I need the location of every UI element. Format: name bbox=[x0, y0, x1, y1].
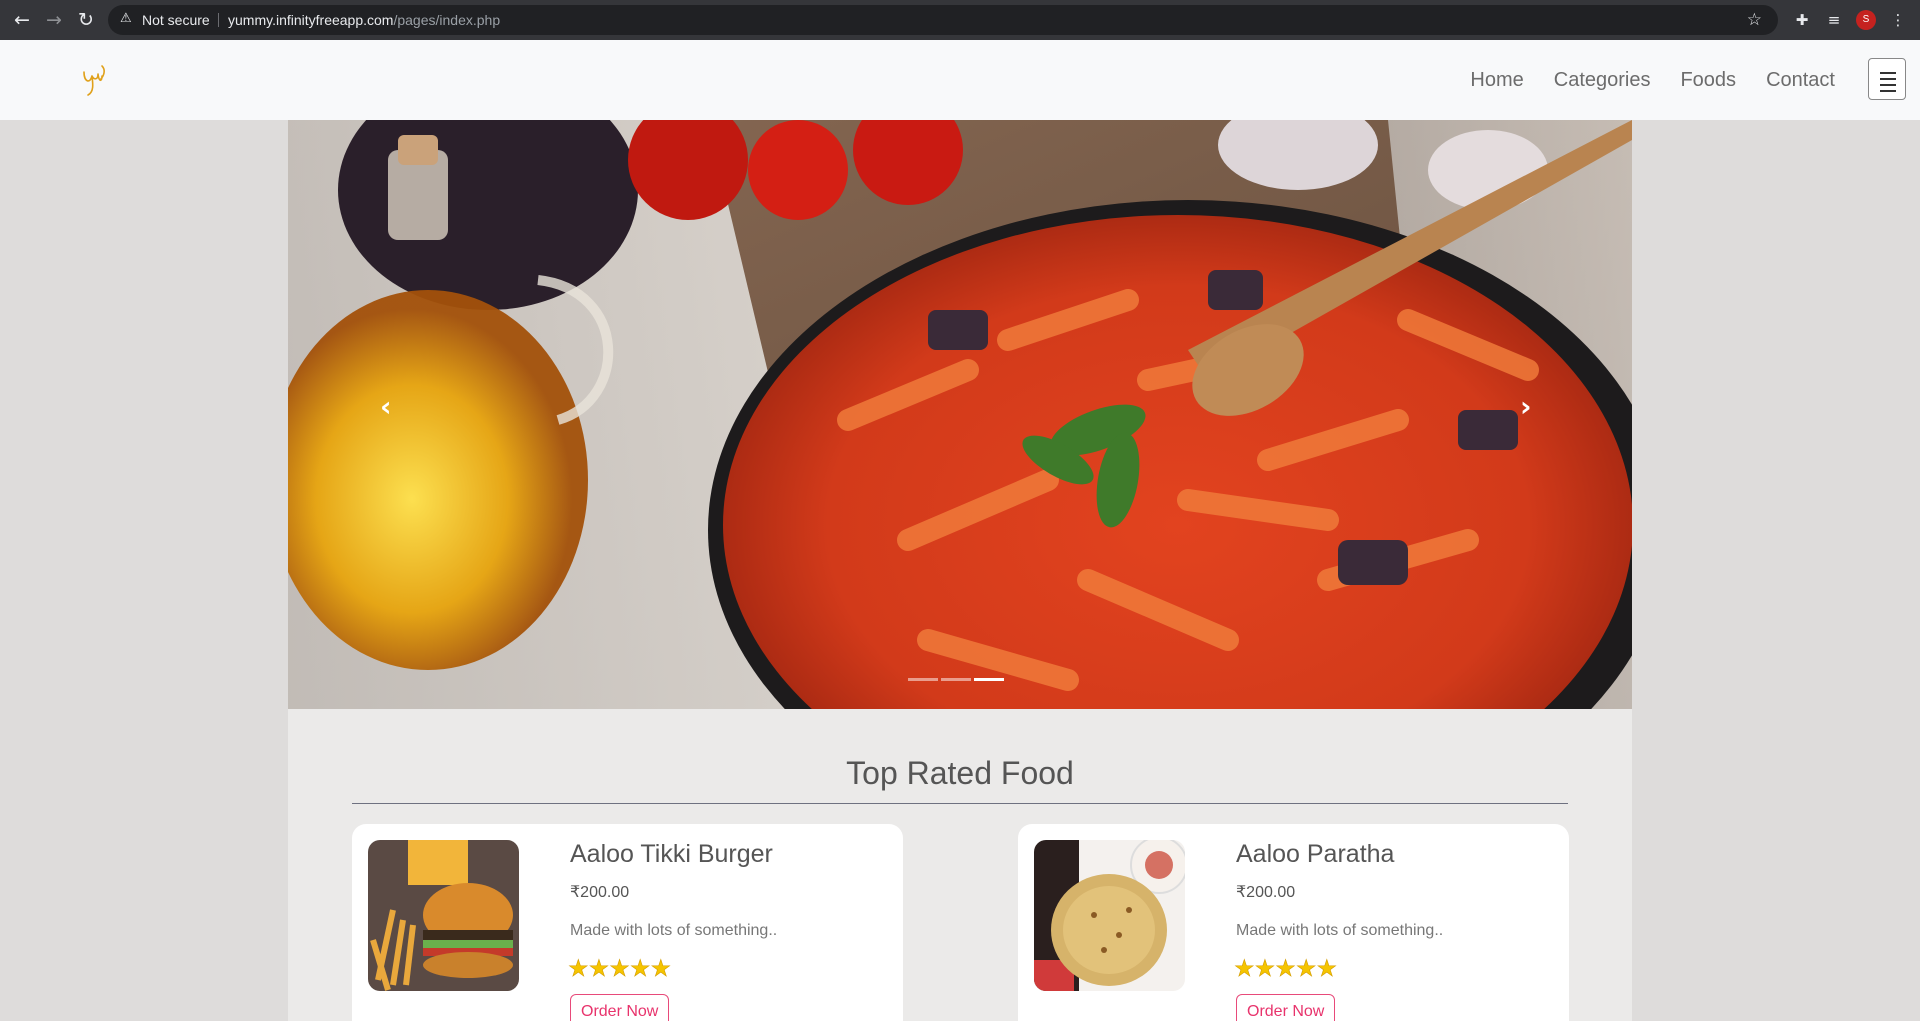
burger-image bbox=[368, 840, 519, 991]
browser-menu-icon[interactable]: ⋮ bbox=[1886, 8, 1910, 32]
nav-categories[interactable]: Categories bbox=[1539, 69, 1666, 92]
media-queue-icon[interactable]: ≡ bbox=[1822, 8, 1846, 32]
carousel-prev-icon[interactable]: ‹ bbox=[380, 392, 392, 422]
extensions-puzzle-icon[interactable]: ✚ bbox=[1790, 8, 1814, 32]
nav-foods[interactable]: Foods bbox=[1665, 69, 1751, 92]
section-title: Top Rated Food bbox=[846, 755, 1074, 791]
nav-links: Home Categories Foods Contact bbox=[1455, 40, 1850, 120]
carousel-indicator[interactable] bbox=[908, 678, 938, 681]
profile-avatar[interactable]: S bbox=[1856, 10, 1876, 30]
food-name: Aaloo Tikki Burger bbox=[570, 840, 773, 868]
hero-carousel: ‹ › bbox=[288, 120, 1632, 709]
section-divider bbox=[352, 803, 1568, 804]
browser-toolbar: ← → ↻ ⚠ Not secure yummy.infinityfreeapp… bbox=[0, 0, 1920, 40]
carousel-indicators bbox=[908, 678, 1004, 681]
food-description: Made with lots of something.. bbox=[1236, 922, 1444, 939]
warning-icon[interactable]: ⚠ bbox=[120, 11, 136, 27]
address-separator bbox=[218, 13, 219, 27]
url-host: yummy.infinityfreeapp.com bbox=[228, 12, 394, 28]
nav-contact[interactable]: Contact bbox=[1751, 69, 1850, 92]
order-now-button[interactable]: Order Now bbox=[1236, 994, 1336, 1021]
url-path: /pages/index.php bbox=[393, 12, 501, 28]
site-navbar: Home Categories Foods Contact bbox=[0, 40, 1920, 120]
food-description: Made with lots of something.. bbox=[570, 922, 778, 939]
paratha-image bbox=[1034, 840, 1185, 991]
address-bar[interactable]: ⚠ Not secure yummy.infinityfreeapp.com/p… bbox=[108, 5, 1778, 35]
food-card: Aaloo Paratha ₹200.00 Made with lots of … bbox=[1018, 824, 1569, 1021]
url-text[interactable]: yummy.infinityfreeapp.com/pages/index.ph… bbox=[228, 12, 500, 28]
pasta-hero-image bbox=[288, 120, 1632, 709]
food-price: ₹200.00 bbox=[570, 884, 630, 901]
forward-arrow-icon[interactable]: → bbox=[42, 8, 66, 32]
order-now-button[interactable]: Order Now bbox=[570, 994, 670, 1021]
main-content: ‹ › Top Rated Food Aaloo Tikki Burger ₹2… bbox=[288, 120, 1632, 1021]
reload-icon[interactable]: ↻ bbox=[74, 8, 98, 32]
food-name: Aaloo Paratha bbox=[1236, 840, 1395, 868]
back-arrow-icon[interactable]: ← bbox=[10, 8, 34, 32]
nav-home[interactable]: Home bbox=[1455, 69, 1538, 92]
yummy-logo[interactable] bbox=[78, 62, 108, 98]
carousel-indicator-active[interactable] bbox=[974, 678, 1004, 681]
star-rating-icons: ★★★★★ bbox=[1234, 956, 1338, 983]
star-rating-icons: ★★★★★ bbox=[568, 956, 672, 983]
food-card: Aaloo Tikki Burger ₹200.00 Made with lot… bbox=[352, 824, 903, 1021]
bookmark-star-icon[interactable]: ☆ bbox=[1747, 10, 1762, 30]
carousel-next-icon[interactable]: › bbox=[1520, 392, 1532, 422]
food-price: ₹200.00 bbox=[1236, 884, 1296, 901]
security-label[interactable]: Not secure bbox=[142, 12, 210, 28]
rating-stars: ★★★★★ bbox=[1234, 956, 1338, 983]
carousel-indicator[interactable] bbox=[941, 678, 971, 681]
hamburger-menu-icon[interactable] bbox=[1868, 58, 1906, 100]
rating-stars: ★★★★★ bbox=[568, 956, 672, 983]
